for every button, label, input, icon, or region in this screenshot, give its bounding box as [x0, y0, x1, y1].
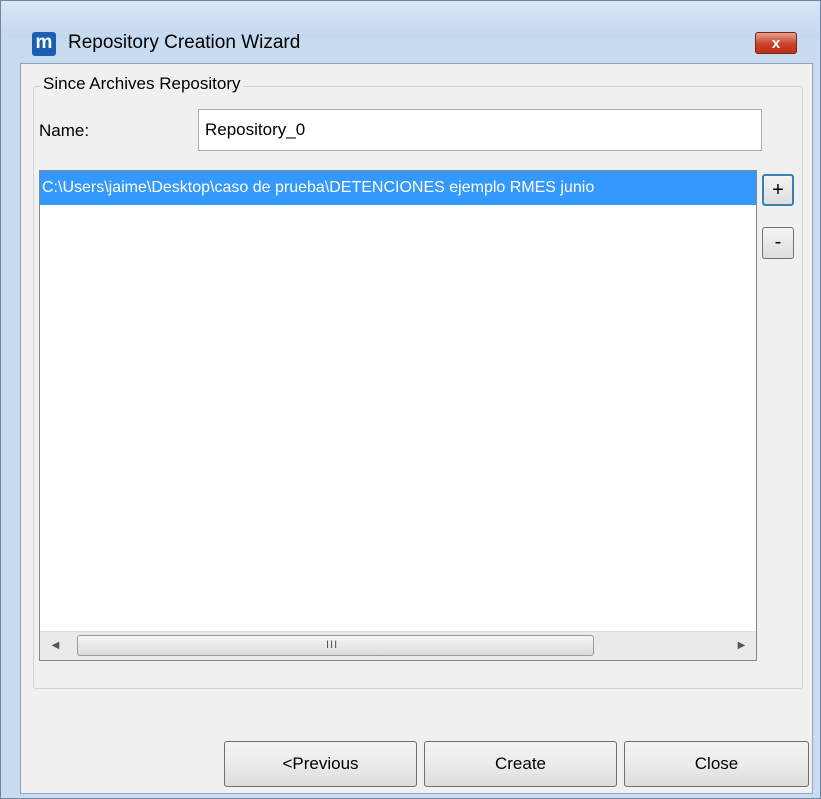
close-button[interactable]: Close: [624, 741, 809, 787]
name-label: Name:: [39, 121, 90, 140]
group-label: Since Archives Repository: [40, 74, 244, 94]
window-title: Repository Creation Wizard: [68, 32, 301, 53]
paths-list[interactable]: C:\Users\jaime\Desktop\caso de prueba\DE…: [39, 170, 757, 661]
name-input[interactable]: [198, 109, 762, 151]
previous-button[interactable]: <Previous: [224, 741, 417, 787]
app-logo-icon: m: [32, 32, 56, 56]
close-window-button[interactable]: x: [755, 32, 797, 54]
create-button[interactable]: Create: [424, 741, 617, 787]
remove-path-button[interactable]: -: [762, 227, 794, 259]
horizontal-scrollbar[interactable]: ◀ III ▶: [40, 631, 756, 660]
list-item[interactable]: C:\Users\jaime\Desktop\caso de prueba\DE…: [40, 171, 756, 205]
add-path-button[interactable]: +: [762, 174, 794, 206]
grip-icon: III: [326, 639, 339, 651]
wizard-body: Since Archives Repository Name: C:\Users…: [20, 63, 813, 794]
wizard-window: m Repository Creation Wizard x Since Arc…: [0, 0, 821, 799]
scroll-left-icon[interactable]: ◀: [42, 632, 69, 660]
scroll-thumb[interactable]: III: [77, 635, 594, 656]
scroll-right-icon[interactable]: ▶: [728, 632, 755, 660]
